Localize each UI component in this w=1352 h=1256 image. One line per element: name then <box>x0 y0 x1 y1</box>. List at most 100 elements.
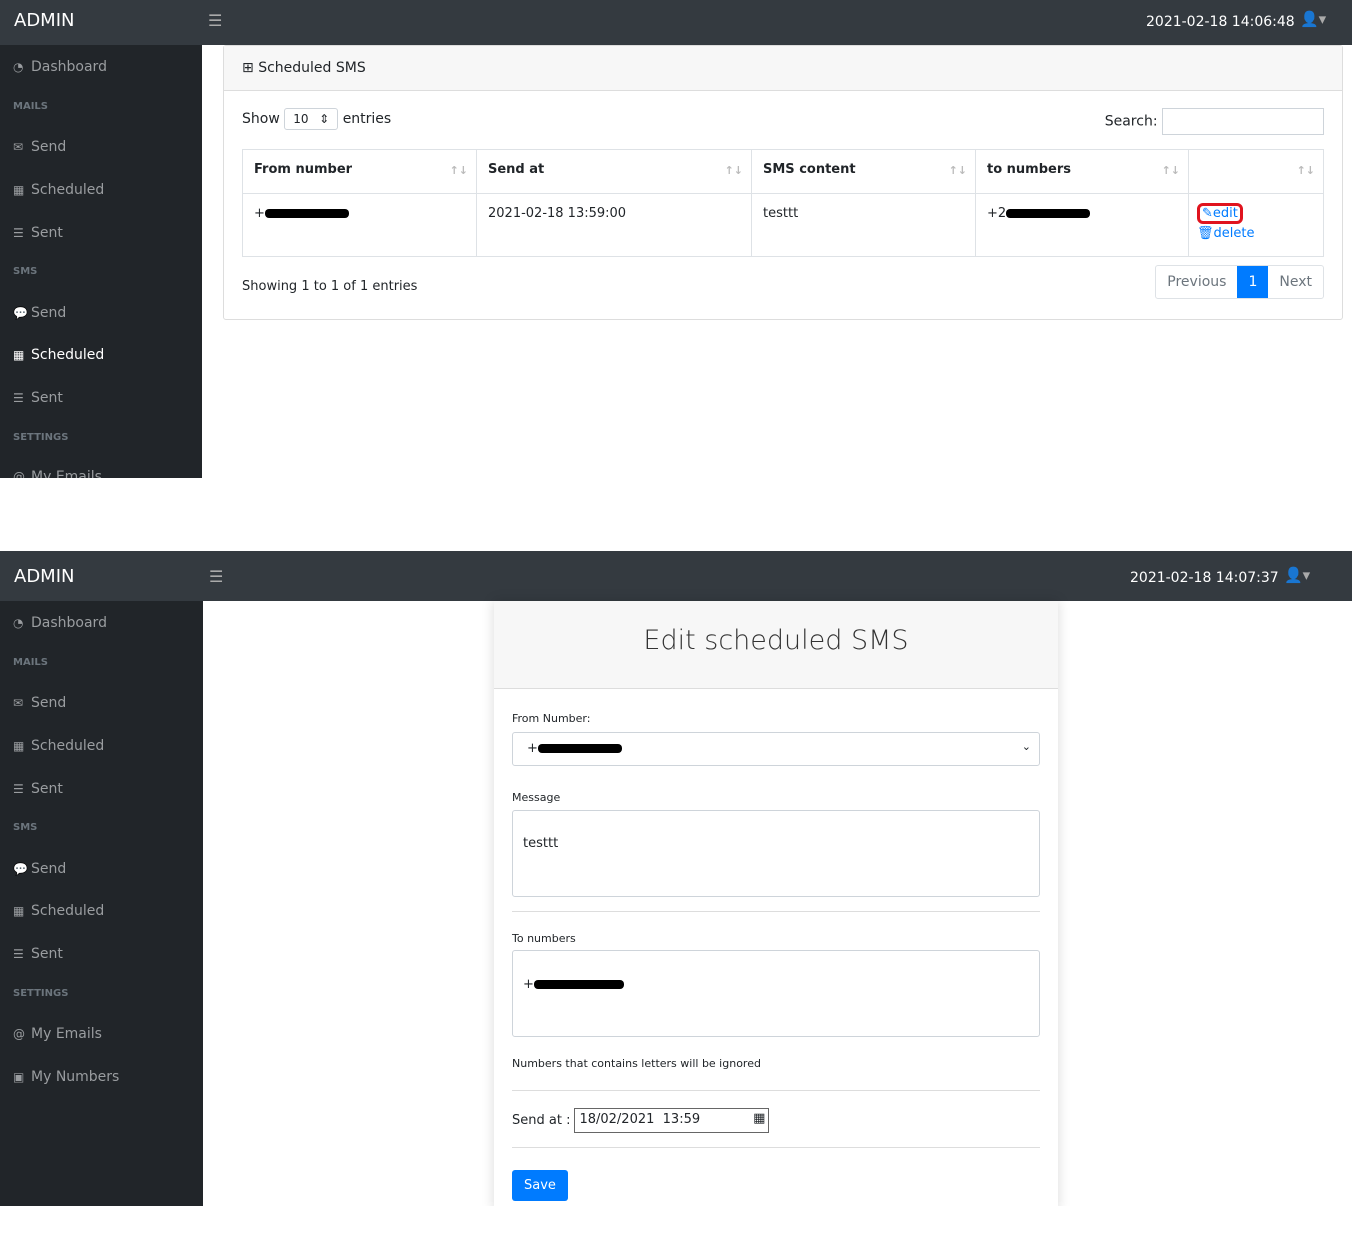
save-button[interactable]: Save <box>512 1170 568 1201</box>
sidebar-item-mail-sent[interactable]: ☰ Sent <box>13 781 63 797</box>
from-number-select[interactable]: + ⌄ <box>512 732 1040 766</box>
list-icon: ☰ <box>13 947 24 961</box>
label: Scheduled <box>31 903 105 919</box>
label: to numbers <box>987 162 1071 177</box>
next-button[interactable]: Next <box>1268 266 1323 298</box>
sidebar-item-mail-send[interactable]: ✉ Send <box>13 695 66 711</box>
clock: 2021-02-18 14:06:48 <box>1146 14 1295 30</box>
sort-icon: ↑↓ <box>1296 164 1315 177</box>
col-from-number[interactable]: From number ↑↓ <box>242 149 477 194</box>
delete-link[interactable]: 🗑delete <box>1197 226 1254 241</box>
sidebar-item-mail-sent[interactable]: ☰ Sent <box>13 225 63 241</box>
sidebar-item-dashboard[interactable]: ◔ Dashboard <box>13 615 107 631</box>
col-to-numbers[interactable]: to numbers ↑↓ <box>975 149 1189 194</box>
label: Sent <box>31 781 63 797</box>
to-prefix: +2 <box>987 206 1007 221</box>
sidebar-item-my-numbers[interactable]: ▣ My Numbers <box>13 1069 119 1085</box>
cell-content: testtt <box>751 193 976 257</box>
brand[interactable]: ADMIN <box>14 566 74 587</box>
cell-to: +2 <box>975 193 1189 257</box>
sidebar-item-mail-scheduled[interactable]: ▦ Scheduled <box>13 738 104 754</box>
message-textarea[interactable]: testtt <box>512 810 1040 897</box>
redaction <box>1006 209 1091 218</box>
comment-icon: 💬 <box>13 306 28 320</box>
label: Send at <box>488 162 545 177</box>
sidebar-item-sms-send[interactable]: 💬 Send <box>13 861 66 877</box>
sms-table: From number ↑↓ Send at ↑↓ SMS content ↑↓ to… <box>242 149 1324 257</box>
label: Send <box>31 861 67 877</box>
calendar-icon: ▦ <box>13 183 25 197</box>
label: My Numbers <box>31 1069 120 1085</box>
scheduled-sms-screenshot: ADMIN ☰ 2021-02-18 14:06:48 👤▾ ◔ Dashboar… <box>0 0 1352 478</box>
section-sms: SMS <box>13 266 38 277</box>
label: SMS content <box>763 162 856 177</box>
from-prefix: + <box>254 206 265 221</box>
user-menu-icon[interactable]: 👤▾ <box>1284 566 1310 584</box>
envelope-icon: ✉ <box>13 140 24 154</box>
top-navbar: ADMIN ☰ 2021-02-18 14:07:37 👤▾ <box>0 551 1352 601</box>
dashboard-icon: ◔ <box>13 616 24 630</box>
to-numbers-textarea[interactable]: + <box>512 950 1040 1037</box>
envelope-icon: ✉ <box>13 696 24 710</box>
menu-toggle-icon[interactable]: ☰ <box>209 567 223 586</box>
divider <box>512 1090 1040 1091</box>
chevron-down-icon: ⌄ <box>1021 740 1031 753</box>
pagination: Previous 1 Next <box>1155 265 1324 299</box>
sidebar-item-dashboard[interactable]: ◔ Dashboard <box>13 59 107 75</box>
col-sms-content[interactable]: SMS content ↑↓ <box>751 149 976 194</box>
form-title: Edit scheduled SMS <box>494 601 1058 689</box>
length-control: Show 10 ⇕ entries <box>242 108 391 130</box>
sidebar-item-my-emails[interactable]: @ My Emails <box>13 469 102 478</box>
label: Send <box>31 695 67 711</box>
sidebar-item-my-emails[interactable]: @ My Emails <box>13 1026 102 1042</box>
card-title: Scheduled SMS <box>258 60 366 76</box>
edit-sms-form: Edit scheduled SMS From Number: + ⌄ Messa… <box>494 601 1058 1206</box>
search-input[interactable] <box>1162 108 1324 135</box>
section-settings: SETTINGS <box>13 432 69 443</box>
edit-icon: ✎ <box>1202 206 1213 221</box>
calendar-icon[interactable]: ▦ <box>753 1111 765 1126</box>
label: Send <box>31 305 67 321</box>
edit-link[interactable]: ✎edit <box>1197 203 1243 224</box>
label: delete <box>1213 226 1255 241</box>
sidebar-item-sms-sent[interactable]: ☰ Sent <box>13 946 63 962</box>
page-1-button[interactable]: 1 <box>1237 266 1269 298</box>
label: Dashboard <box>31 615 107 631</box>
user-menu-icon[interactable]: 👤▾ <box>1300 10 1326 28</box>
sidebar-item-mail-send[interactable]: ✉ Send <box>13 139 66 155</box>
at-icon: @ <box>13 1027 25 1041</box>
previous-button[interactable]: Previous <box>1156 266 1237 298</box>
page-size-value: 10 <box>293 112 309 126</box>
label: Sent <box>31 390 63 406</box>
sidebar-item-sms-send[interactable]: 💬 Send <box>13 305 66 321</box>
label: Dashboard <box>31 59 107 75</box>
col-send-at[interactable]: Send at ↑↓ <box>476 149 752 194</box>
menu-toggle-icon[interactable]: ☰ <box>208 11 222 30</box>
label: Scheduled <box>31 347 105 363</box>
sidebar-item-sms-sent[interactable]: ☰ Sent <box>13 390 63 406</box>
calendar-icon: ▦ <box>13 348 25 362</box>
trash-icon: 🗑 <box>1197 226 1214 241</box>
sort-icon: ↑↓ <box>948 164 967 177</box>
divider <box>512 1147 1040 1148</box>
list-icon: ☰ <box>13 782 24 796</box>
cell-from: + <box>242 193 477 257</box>
cell-send-at: 2021-02-18 13:59:00 <box>476 193 752 257</box>
sort-icon: ↑↓ <box>449 164 468 177</box>
brand[interactable]: ADMIN <box>14 10 74 31</box>
entries-label: entries <box>342 111 392 127</box>
sidebar-item-sms-scheduled[interactable]: ▦ Scheduled <box>13 347 104 363</box>
cell-actions: ✎edit 🗑delete <box>1188 193 1324 257</box>
col-actions[interactable]: ↑↓ <box>1188 149 1324 194</box>
table-header-row: From number ↑↓ Send at ↑↓ SMS content ↑↓ to… <box>242 149 1324 194</box>
sidebar-item-mail-scheduled[interactable]: ▦ Scheduled <box>13 182 104 198</box>
table-icon: ⊞ <box>242 60 259 76</box>
message-label: Message <box>512 791 561 804</box>
top-navbar: ADMIN ☰ 2021-02-18 14:06:48 👤▾ <box>0 0 1352 45</box>
send-at-input[interactable]: 18/02/2021 13:59 ▦ <box>574 1108 770 1133</box>
search-control: Search: <box>1105 108 1324 135</box>
redaction <box>264 209 349 218</box>
page-size-select[interactable]: 10 ⇕ <box>284 108 339 130</box>
sidebar-item-sms-scheduled[interactable]: ▦ Scheduled <box>13 903 104 919</box>
label: My Emails <box>31 469 102 478</box>
